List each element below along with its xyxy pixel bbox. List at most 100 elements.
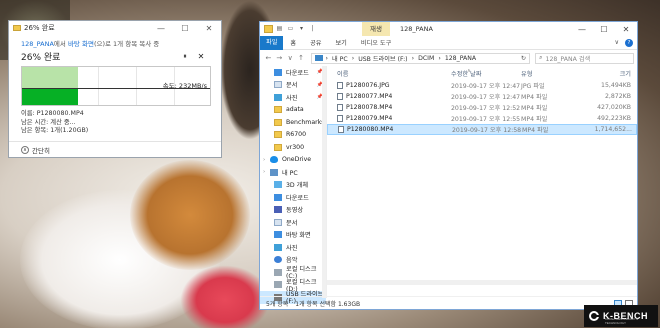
sidebar-item[interactable]: R6700 <box>260 129 326 142</box>
properties-icon[interactable]: ▤ <box>275 25 284 33</box>
chevron-right-icon[interactable]: › <box>263 169 265 175</box>
file-size: 2,872KB <box>604 93 631 100</box>
address-path[interactable]: › 내 PC › USB 드라이브 (F:) › DCIM › 128_PANA… <box>310 52 531 64</box>
sidebar-item[interactable]: Benchmarks <box>260 116 326 129</box>
sidebar-item[interactable]: vr300 <box>260 141 326 154</box>
desktop-icon <box>274 231 282 239</box>
table-row[interactable]: P1280080.MP4 2019-09-17 오후 12:58 MP4 파일 1,7… <box>327 124 637 135</box>
expand-ribbon-icon[interactable]: ∨ <box>614 39 619 47</box>
ribbon-tabs: 파일 홈 공유 보기 비디오 도구 ∨ ? <box>260 35 637 50</box>
cloud-icon <box>270 156 278 164</box>
less-details-button[interactable]: ∧ 간단히 <box>9 141 221 157</box>
copy-desc-text: 에서 <box>53 40 68 48</box>
copy-info: 이름: P1280080.MP4 남은 시간: 계산 중... 남은 항목: 1… <box>9 106 221 136</box>
refresh-icon[interactable]: ↻ <box>518 55 529 62</box>
file-icon <box>338 126 344 133</box>
chevron-up-icon: ∧ <box>21 145 29 154</box>
column-date[interactable]: 수정한 날짜 <box>451 69 521 78</box>
folder-icon <box>274 118 282 126</box>
file-date: 2019-09-17 오후 12:47 <box>451 94 521 101</box>
sidebar-item-label: 사진 <box>286 244 298 252</box>
file-size: 492,223KB <box>597 115 631 122</box>
file-size: 1,714,652... <box>594 126 632 133</box>
table-row[interactable]: P1280076.JPG 2019-09-17 오후 12:47 JPG 파일 15,… <box>327 80 637 91</box>
source-link[interactable]: 128_PANA <box>21 40 54 48</box>
tab-share[interactable]: 공유 <box>303 38 328 47</box>
tab-video-tools[interactable]: 비디오 도구 <box>354 38 398 47</box>
info-items-left: 남은 항목: 1개(1.20GB) <box>21 127 89 134</box>
column-name[interactable]: 이름 <box>327 69 451 78</box>
kbench-logo: K-BENCH KOREA BENCHMARK & TECHNOLOGY <box>584 305 658 327</box>
kbench-tagline: KOREA BENCHMARK & TECHNOLOGY <box>605 317 639 325</box>
tab-home[interactable]: 홈 <box>283 38 303 47</box>
copy-progress-dialog: 26% 완료 — ☐ ✕ 128_PANA에서 바탕 화면(으)로 1개 항목 … <box>8 20 222 158</box>
nav-scrollbar[interactable] <box>322 66 326 298</box>
kbench-logo-mark-icon <box>589 311 600 321</box>
sidebar-item[interactable]: › OneDrive <box>260 154 326 167</box>
chevron-down-icon[interactable]: ▾ <box>297 25 306 33</box>
search-input[interactable]: ⌕ 128_PANA 검색 <box>535 52 634 64</box>
info-time-left: 남은 시간: 계산 중... <box>21 118 76 126</box>
horizontal-scrollbar[interactable] <box>327 280 637 285</box>
destination-link[interactable]: 바탕 화면 <box>68 40 94 48</box>
sidebar-item[interactable]: 사진 📌 <box>260 91 326 104</box>
sidebar-item[interactable]: 다운로드 <box>260 191 326 204</box>
file-name: P1280077.MP4 <box>346 93 393 100</box>
file-explorer-window: ▤ ▭ ▾ | 재생 128_PANA — ☐ ✕ 파일 홈 공유 보기 비디오… <box>259 21 638 310</box>
chevron-right-icon[interactable]: › <box>263 157 265 163</box>
recent-locations-button[interactable]: ∨ <box>285 54 296 62</box>
breadcrumb-dcim[interactable]: DCIM <box>418 55 434 62</box>
copy-description: 128_PANA에서 바탕 화면(으)로 1개 항목 복사 중 <box>9 35 221 48</box>
minimize-button[interactable]: — <box>571 25 593 34</box>
column-type[interactable]: 유형 <box>521 69 583 78</box>
breadcrumb-usb[interactable]: USB 드라이브 (F:) <box>358 54 407 63</box>
sidebar-item[interactable]: 문서 <box>260 216 326 229</box>
sidebar-item-label: adata <box>286 106 304 114</box>
up-button[interactable]: ↑ <box>296 54 307 62</box>
tab-view[interactable]: 보기 <box>328 38 353 47</box>
column-size[interactable]: 크기 <box>583 69 635 78</box>
speed-label: 속도: 232MB/s <box>162 82 207 90</box>
file-size: 15,494KB <box>601 82 631 89</box>
wallpaper-cat-white <box>20 190 220 328</box>
video-icon <box>274 206 282 214</box>
file-icon <box>337 93 343 100</box>
context-tab-play[interactable]: 재생 <box>362 22 390 36</box>
sidebar-item[interactable]: 문서 📌 <box>260 79 326 92</box>
maximize-button[interactable]: ☐ <box>593 25 615 34</box>
close-button[interactable]: ✕ <box>615 25 637 34</box>
sidebar-item[interactable]: 사진 <box>260 241 326 254</box>
sidebar-item[interactable]: 동영상 <box>260 204 326 217</box>
forward-button[interactable]: → <box>274 54 285 62</box>
pause-icon[interactable]: ⏸ <box>177 52 193 61</box>
sidebar-item[interactable]: › 내 PC <box>260 166 326 179</box>
file-type: MP4 파일 <box>522 127 549 134</box>
search-icon: ⌕ <box>539 54 543 61</box>
sidebar-item-label: 사진 <box>286 94 298 102</box>
file-name-cell: P1280077.MP4 <box>327 93 451 100</box>
help-icon[interactable]: ? <box>625 38 633 47</box>
table-row[interactable]: P1280078.MP4 2019-09-17 오후 12:52 MP4 파일 427… <box>327 102 637 113</box>
table-row[interactable]: P1280077.MP4 2019-09-17 오후 12:47 MP4 파일 2,8… <box>327 91 637 102</box>
sidebar-item-label: vr300 <box>286 143 305 151</box>
sidebar-item[interactable]: 바탕 화면 <box>260 229 326 242</box>
document-icon <box>274 81 282 89</box>
sidebar-item[interactable]: adata <box>260 104 326 117</box>
sidebar-item[interactable]: 3D 개체 <box>260 179 326 192</box>
breadcrumb-pc[interactable]: 내 PC <box>332 54 348 63</box>
wallpaper-cat-nose <box>180 265 270 328</box>
tab-file[interactable]: 파일 <box>260 35 284 50</box>
breadcrumb-128-pana[interactable]: 128_PANA <box>445 55 476 62</box>
new-folder-icon[interactable]: ▭ <box>286 25 295 33</box>
table-row[interactable]: P1280079.MP4 2019-09-17 오후 12:55 MP4 파일 492… <box>327 113 637 124</box>
close-button[interactable]: ✕ <box>197 24 221 33</box>
sidebar-item[interactable]: 다운로드 📌 <box>260 66 326 79</box>
minimize-button[interactable]: — <box>149 24 173 33</box>
file-name: P1280078.MP4 <box>346 104 393 111</box>
file-type: MP4 파일 <box>521 116 548 123</box>
percent-complete: 26% 완료 <box>21 53 61 63</box>
maximize-button[interactable]: ☐ <box>173 24 197 33</box>
document-icon <box>274 218 282 226</box>
back-button[interactable]: ← <box>263 54 274 62</box>
cancel-copy-icon[interactable]: ✕ <box>193 52 209 61</box>
